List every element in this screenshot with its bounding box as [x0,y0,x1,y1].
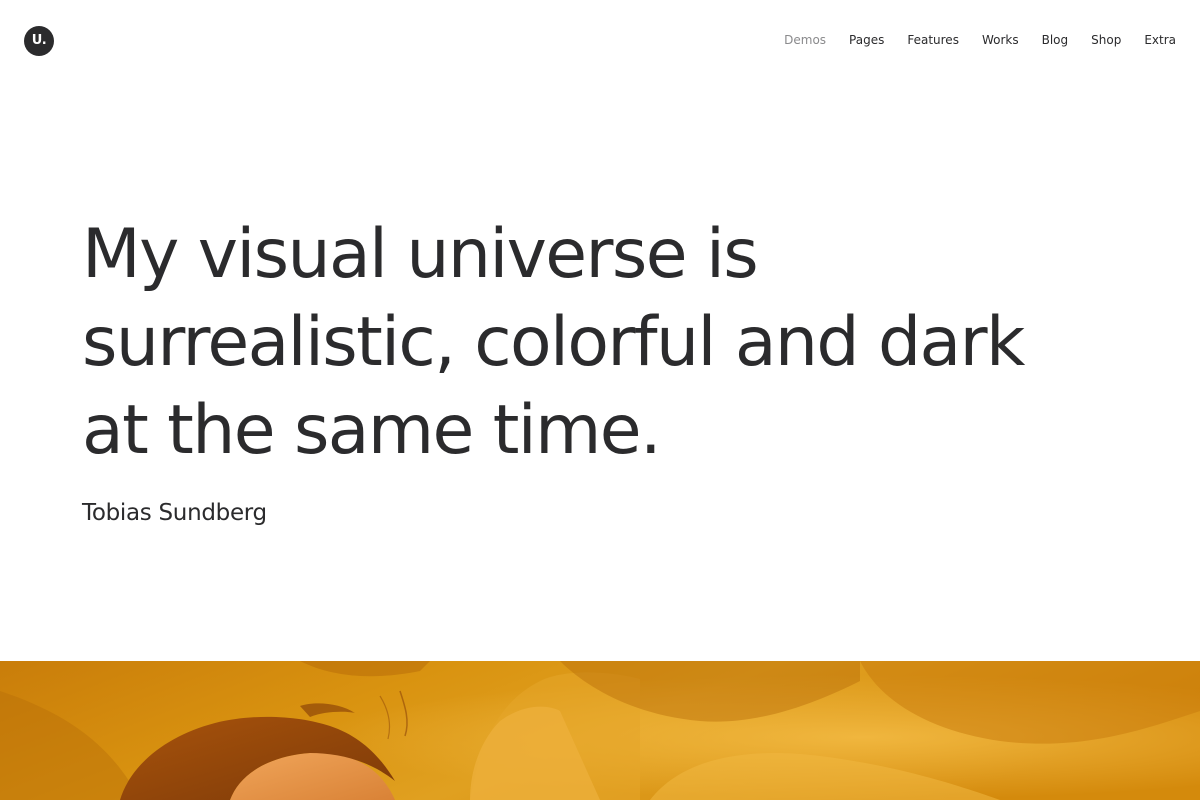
hero-photo [0,661,1200,800]
nav-item-pages[interactable]: Pages [849,31,884,49]
nav-item-shop[interactable]: Shop [1091,31,1121,49]
hero-author: Tobias Sundberg [82,500,267,526]
hero-heading-line: surrealistic, colorful and dark [82,303,1025,382]
nav-item-works[interactable]: Works [982,31,1019,49]
hero-section: My visual universe is surrealistic, colo… [82,211,1142,529]
logo-text: U. [31,33,47,48]
site-header: U. Demos Pages Features Works Blog Shop … [0,0,1200,82]
logo[interactable]: U. [24,26,54,56]
nav-item-blog[interactable]: Blog [1042,31,1069,49]
nav-item-features[interactable]: Features [907,31,959,49]
nav-item-extra[interactable]: Extra [1144,31,1176,49]
hero-heading-line: at the same time. [82,391,662,470]
hero-heading: My visual universe is surrealistic, colo… [82,211,1142,475]
nav-item-demos[interactable]: Demos [784,31,826,49]
main-nav: Demos Pages Features Works Blog Shop Ext… [784,31,1176,49]
hero-photo-image [0,661,1200,800]
hero-heading-line: My visual universe is [82,215,759,294]
